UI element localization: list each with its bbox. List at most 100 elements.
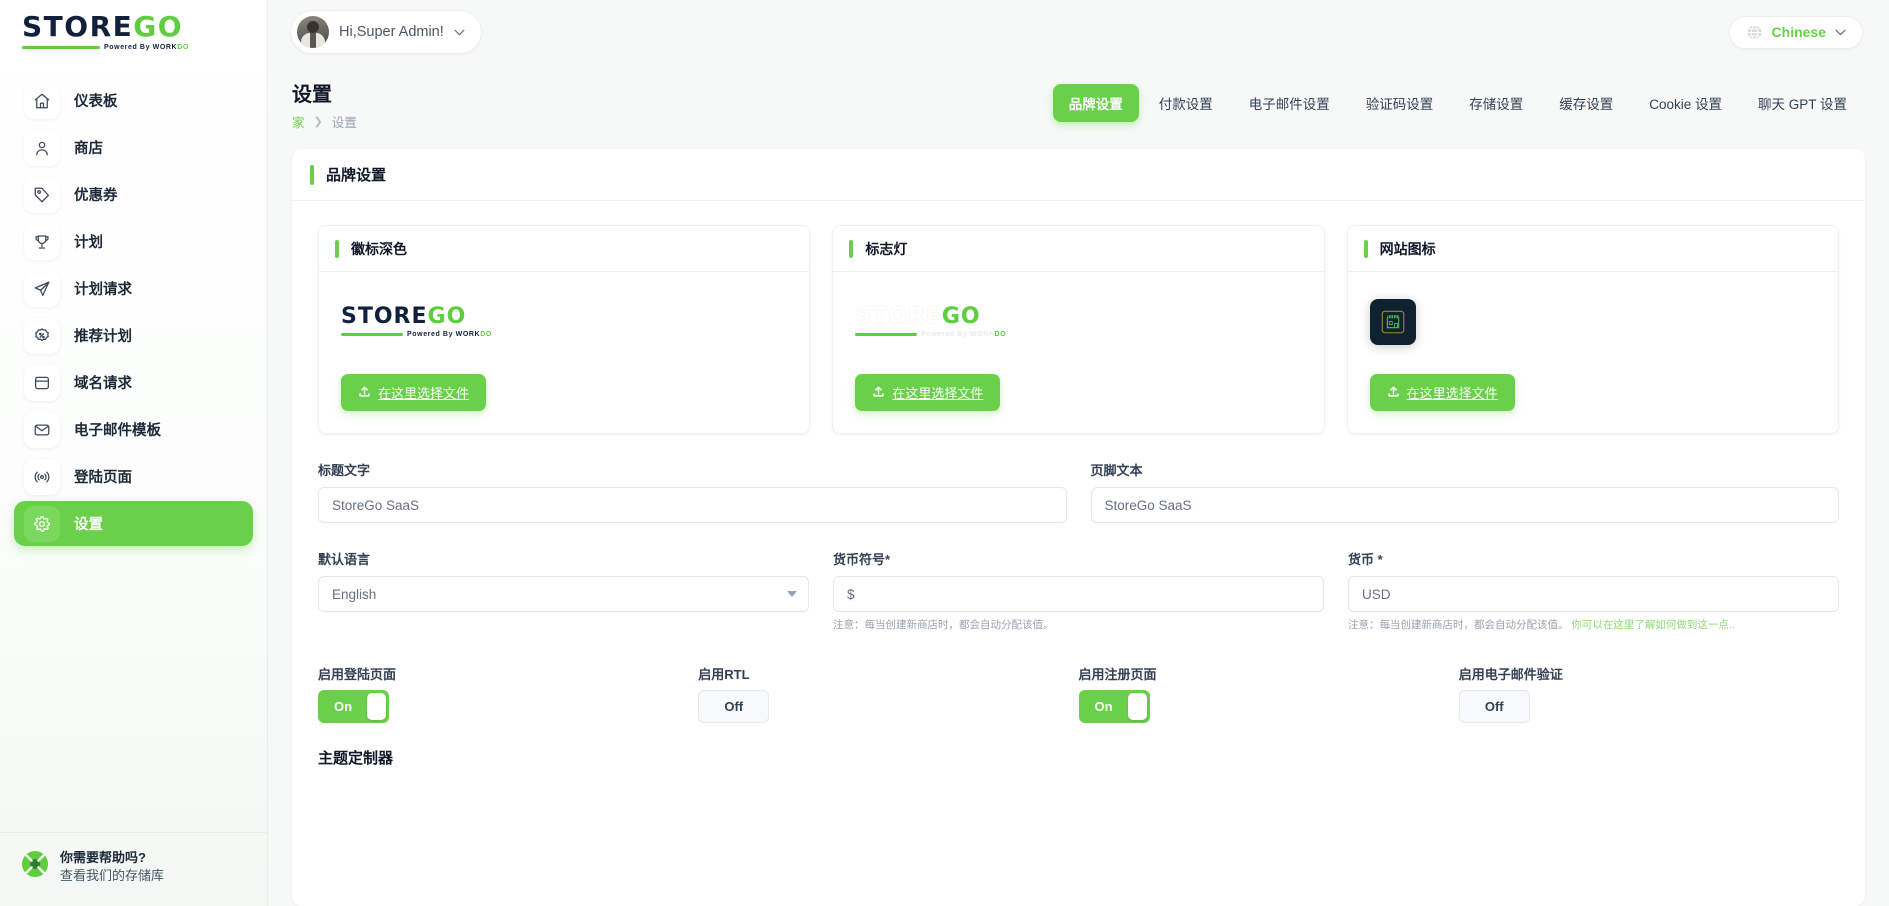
window-icon <box>24 364 60 401</box>
currency-input[interactable] <box>1348 576 1839 612</box>
toggle-cell-email-verification: 启用电子邮件验证 Off <box>1458 664 1839 723</box>
preview-logo-main: STORE <box>855 304 942 329</box>
tab-chatgpt-settings[interactable]: 聊天 GPT 设置 <box>1742 84 1863 122</box>
toggle-cell-rtl: 启用RTL Off <box>698 664 1078 723</box>
toggle-knob <box>1127 692 1147 720</box>
toggle-label: 启用注册页面 <box>1078 666 1157 682</box>
card-title: 徽标深色 <box>351 240 407 257</box>
sidebar-item-email-templates[interactable]: 电子邮件模板 <box>14 407 253 452</box>
main-area: Hi,Super Admin! Chinese 设置 家 ❯ 设置 品牌设置 付… <box>268 0 1889 906</box>
storefront-icon <box>1369 299 1416 345</box>
tab-cookie-settings[interactable]: Cookie 设置 <box>1633 84 1738 122</box>
toggle-label: 启用登陆页面 <box>318 666 397 682</box>
preview-logo-accent: GO <box>427 304 467 329</box>
tab-cache-settings[interactable]: 缓存设置 <box>1543 84 1629 122</box>
sidebar-item-stores[interactable]: 商店 <box>14 125 253 170</box>
help-subtitle: 查看我们的存储库 <box>60 868 165 884</box>
card-title: 标志灯 <box>865 240 908 257</box>
currency-hint: 注意：每当创建新商店时，都会自动分配该值。 你可以在这里了解如何做到这一点.. <box>1348 618 1839 634</box>
card-title: 网站图标 <box>1379 240 1436 257</box>
user-menu-button[interactable]: Hi,Super Admin! <box>290 10 482 54</box>
favicon-preview <box>1369 290 1816 354</box>
toggle-cell-signup-page: 启用注册页面 On <box>1078 664 1459 723</box>
sidebar-item-domain-requests[interactable]: 域名请求 <box>14 360 253 405</box>
accent-bar <box>1363 239 1368 258</box>
toggle-signup-page[interactable]: On <box>1078 689 1150 723</box>
upload-favicon-button[interactable]: 在这里选择文件 <box>1369 374 1515 411</box>
toggle-knob <box>367 692 386 720</box>
sidebar-label: 域名请求 <box>74 376 132 392</box>
breadcrumb-home-link[interactable]: 家 <box>292 112 305 131</box>
badge-percent-icon <box>24 317 60 354</box>
sidebar-item-settings[interactable]: 设置 <box>14 501 253 546</box>
panel-header: 品牌设置 <box>292 149 1865 201</box>
sidebar-item-dashboard[interactable]: 仪表板 <box>14 78 253 123</box>
default-language-select[interactable] <box>318 576 809 612</box>
upload-logo-dark-button[interactable]: 在这里选择文件 <box>341 374 487 411</box>
accent-bar <box>335 239 339 258</box>
currency-symbol-input[interactable] <box>833 576 1324 612</box>
toggle-label: 启用RTL <box>698 666 750 682</box>
toggle-landing-page[interactable]: On <box>318 689 389 723</box>
card-favicon: 网站图标 在这里选择文件 <box>1346 225 1839 434</box>
toggle-rtl[interactable]: Off <box>698 689 770 723</box>
logo-powered-by: Powered By WORKDO <box>921 331 1006 338</box>
language-label: Chinese <box>1771 24 1826 40</box>
powered-by-text: Powered By <box>104 44 153 51</box>
upload-icon <box>358 385 371 401</box>
theme-customizer-section: 主题定制器 <box>318 747 1839 796</box>
sidebar-item-landing-page[interactable]: 登陆页面 <box>14 454 253 499</box>
field-currency: 货币 * 注意：每当创建新商店时，都会自动分配该值。 你可以在这里了解如何做到这… <box>1348 549 1839 634</box>
avatar <box>297 16 329 48</box>
field-currency-symbol: 货币符号* 注意：每当创建新商店时，都会自动分配该值。 <box>833 549 1324 634</box>
upload-button-label: 在这里选择文件 <box>378 386 470 401</box>
user-greeting: Hi,Super Admin! <box>339 24 444 40</box>
powered-by-text: Powered By <box>407 331 456 338</box>
sidebar-item-coupons[interactable]: 优惠券 <box>14 172 253 217</box>
currency-hint-link[interactable]: 你可以在这里了解如何做到这一点.. <box>1571 619 1734 631</box>
tag-icon <box>24 176 60 213</box>
accent-bar <box>849 239 854 258</box>
sidebar-label: 优惠券 <box>74 188 118 204</box>
tab-storage-settings[interactable]: 存储设置 <box>1453 84 1539 122</box>
globe-icon <box>1746 24 1763 41</box>
toggle-state: On <box>1094 698 1113 714</box>
tab-brand-settings[interactable]: 品牌设置 <box>1052 84 1139 122</box>
brand-logo[interactable]: STOREGO Powered By WORKDO <box>0 0 267 64</box>
upload-logo-light-button[interactable]: 在这里选择文件 <box>855 374 1001 411</box>
toggle-email-verification[interactable]: Off <box>1458 689 1530 723</box>
currency-symbol-hint: 注意：每当创建新商店时，都会自动分配该值。 <box>833 619 1054 631</box>
field-default-language: 默认语言 <box>318 549 809 634</box>
upload-button-label: 在这里选择文件 <box>1406 386 1498 401</box>
title-text-input[interactable] <box>318 487 1067 523</box>
sidebar-item-plans[interactable]: 计划 <box>14 219 253 264</box>
tab-payment-settings[interactable]: 付款设置 <box>1143 84 1229 122</box>
field-label: 标题文字 <box>318 463 371 478</box>
sidebar-label: 计划 <box>74 235 103 251</box>
field-label: 页脚文本 <box>1090 463 1143 478</box>
toggle-state: Off <box>1484 698 1504 714</box>
footer-text-input[interactable] <box>1090 487 1839 523</box>
field-title-text: 标题文字 <box>318 460 1067 523</box>
trophy-icon <box>24 223 60 260</box>
chevron-down-icon <box>1835 29 1846 36</box>
app-root: STOREGO Powered By WORKDO 仪表板 商店 优惠券 计划 … <box>0 0 1889 906</box>
sidebar-item-plan-requests[interactable]: 计划请求 <box>14 266 253 311</box>
mail-icon <box>24 411 60 448</box>
field-label: 货币符号* <box>833 552 891 567</box>
home-icon <box>24 82 60 119</box>
user-icon <box>24 129 60 166</box>
settings-panel: 品牌设置 徽标深色 STORE GO Powered By WORKDO 在这里选… <box>292 149 1865 906</box>
help-box[interactable]: 你需要帮助吗? 查看我们的存储库 <box>0 832 267 906</box>
page-title: 设置 <box>292 84 332 106</box>
card-body: STOREGO Powered By WORKDO 在这里选择文件 <box>833 272 1323 433</box>
tab-email-settings[interactable]: 电子邮件设置 <box>1233 84 1346 122</box>
language-selector[interactable]: Chinese <box>1728 15 1863 49</box>
logo-powered-by: Powered By WORKDO <box>104 44 189 51</box>
sidebar-label: 电子邮件模板 <box>74 423 161 439</box>
sidebar-item-referral-program[interactable]: 推荐计划 <box>14 313 253 358</box>
breadcrumb-current: 设置 <box>331 116 357 130</box>
tab-captcha-settings[interactable]: 验证码设置 <box>1350 84 1450 122</box>
sidebar-label: 计划请求 <box>74 282 132 298</box>
theme-customizer-title: 主题定制器 <box>318 749 394 767</box>
